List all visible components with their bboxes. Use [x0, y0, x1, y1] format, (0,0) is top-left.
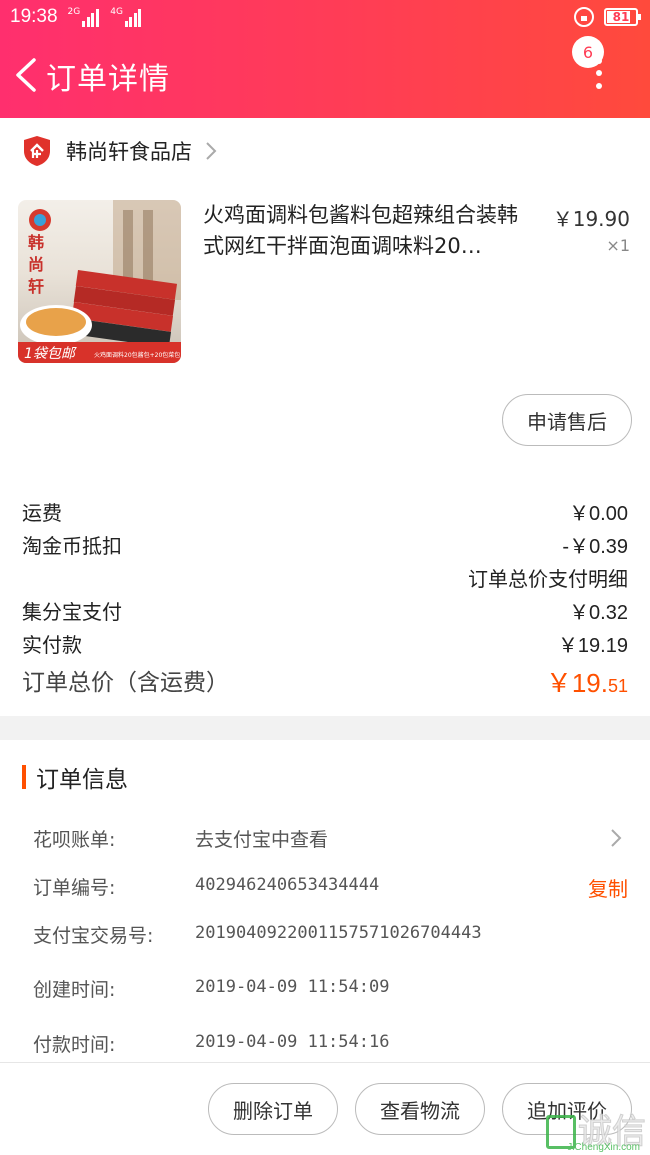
product-image-brand: 韩尚轩	[28, 233, 45, 296]
order-number-value: 402946240653434444	[195, 875, 380, 895]
product-image-caption: 火鸡面调料20包酱包+20包菜包	[94, 352, 181, 359]
watermark-logo: 诚信 JiChengXin.com	[546, 1115, 647, 1153]
paid-label: 实付款	[22, 633, 82, 657]
copy-order-number-button[interactable]: 复制	[588, 873, 628, 902]
jifen-row: 集分宝支付 ￥0.32	[22, 596, 628, 625]
status-right: 81	[574, 7, 641, 27]
chevron-right-icon	[206, 142, 217, 160]
paid-value: ￥19.19	[557, 635, 628, 657]
net-4g-label: 4G	[110, 7, 123, 17]
created-time-label: 创建时间:	[33, 979, 116, 1001]
total-main: ￥19.	[545, 668, 608, 698]
created-time-value: 2019-04-09 11:54:09	[195, 977, 390, 997]
view-logistics-button[interactable]: 查看物流	[355, 1083, 485, 1135]
order-number-label: 订单编号:	[33, 877, 116, 899]
alipay-trade-row: 支付宝交易号: 2019040922001157571026704443	[33, 921, 628, 949]
nav-bar: 订单详情 6	[0, 36, 650, 110]
total-value: ￥19.51	[546, 663, 628, 700]
after-sale-button[interactable]: 申请售后	[502, 394, 632, 446]
jifen-label: 集分宝支付	[22, 600, 122, 624]
status-bar: 19:38 2G 4G 81	[0, 0, 650, 34]
huabei-label: 花呗账单:	[33, 829, 116, 851]
signal-4g-icon: 4G	[110, 7, 143, 27]
paid-time-label: 付款时间:	[33, 1034, 116, 1056]
product-price: ￥19.90	[552, 207, 630, 231]
product-image-badge: 1袋包邮	[24, 346, 75, 362]
shipping-value: ￥0.00	[569, 503, 628, 525]
battery-icon: 81	[604, 8, 641, 26]
watermark-url: JiChengXin.com	[567, 1142, 640, 1153]
shop-row[interactable]: 韩尚轩食品店	[0, 118, 650, 184]
product-title[interactable]: 火鸡面调料包酱料包超辣组合装韩式网红干拌面泡面调味料20…	[203, 200, 538, 262]
battery-level: 81	[612, 10, 630, 24]
shipping-label: 运费	[22, 501, 62, 525]
huabei-value: 去支付宝中查看	[195, 829, 329, 851]
rotation-lock-icon	[574, 7, 594, 27]
total-decimal: 51	[607, 676, 628, 696]
paid-time-value: 2019-04-09 11:54:16	[195, 1032, 390, 1052]
order-number-row: 订单编号: 402946240653434444 复制	[33, 873, 628, 901]
status-time: 19:38	[10, 6, 58, 27]
message-count-badge: 6	[572, 36, 604, 68]
total-row: 订单总价（含运费） ￥19.51	[22, 663, 628, 700]
order-info-title: 订单信息	[36, 767, 128, 793]
delete-order-button[interactable]: 删除订单	[208, 1083, 338, 1135]
coin-row: 淘金币抵扣 -￥0.39	[22, 530, 628, 559]
alipay-trade-label: 支付宝交易号:	[33, 925, 154, 947]
page-title: 订单详情	[46, 62, 170, 97]
shop-logo-icon	[24, 136, 50, 166]
payment-detail-row: 订单总价支付明细	[22, 563, 628, 592]
coin-value: -￥0.39	[562, 536, 628, 558]
product-quantity: ×1	[606, 236, 630, 255]
total-label: 订单总价（含运费）	[22, 670, 229, 696]
section-divider	[0, 716, 650, 740]
header: 19:38 2G 4G 81 订单详情 6	[0, 0, 650, 118]
paid-time-row: 付款时间: 2019-04-09 11:54:16	[33, 1030, 628, 1058]
section-accent-bar	[22, 765, 26, 789]
more-menu-button[interactable]: 6	[572, 36, 620, 110]
coin-label: 淘金币抵扣	[22, 534, 122, 558]
payment-detail-link[interactable]: 订单总价支付明细	[468, 563, 628, 592]
jifen-value: ￥0.32	[569, 602, 628, 624]
chevron-right-icon	[611, 829, 622, 847]
order-info-heading: 订单信息	[22, 760, 128, 794]
alipay-trade-value: 2019040922001157571026704443	[195, 923, 482, 943]
back-arrow-icon[interactable]	[14, 58, 40, 92]
shop-name: 韩尚轩食品店	[66, 140, 192, 164]
created-time-row: 创建时间: 2019-04-09 11:54:09	[33, 975, 628, 1003]
paid-row: 实付款 ￥19.19	[22, 629, 628, 658]
signal-2g-icon: 2G	[68, 7, 101, 27]
shipping-row: 运费 ￥0.00	[22, 497, 628, 526]
huabei-row[interactable]: 花呗账单: 去支付宝中查看	[33, 825, 628, 853]
product-thumbnail[interactable]: 韩尚轩 1袋包邮 火鸡面调料20包酱包+20包菜包	[18, 200, 181, 363]
net-2g-label: 2G	[67, 7, 81, 17]
